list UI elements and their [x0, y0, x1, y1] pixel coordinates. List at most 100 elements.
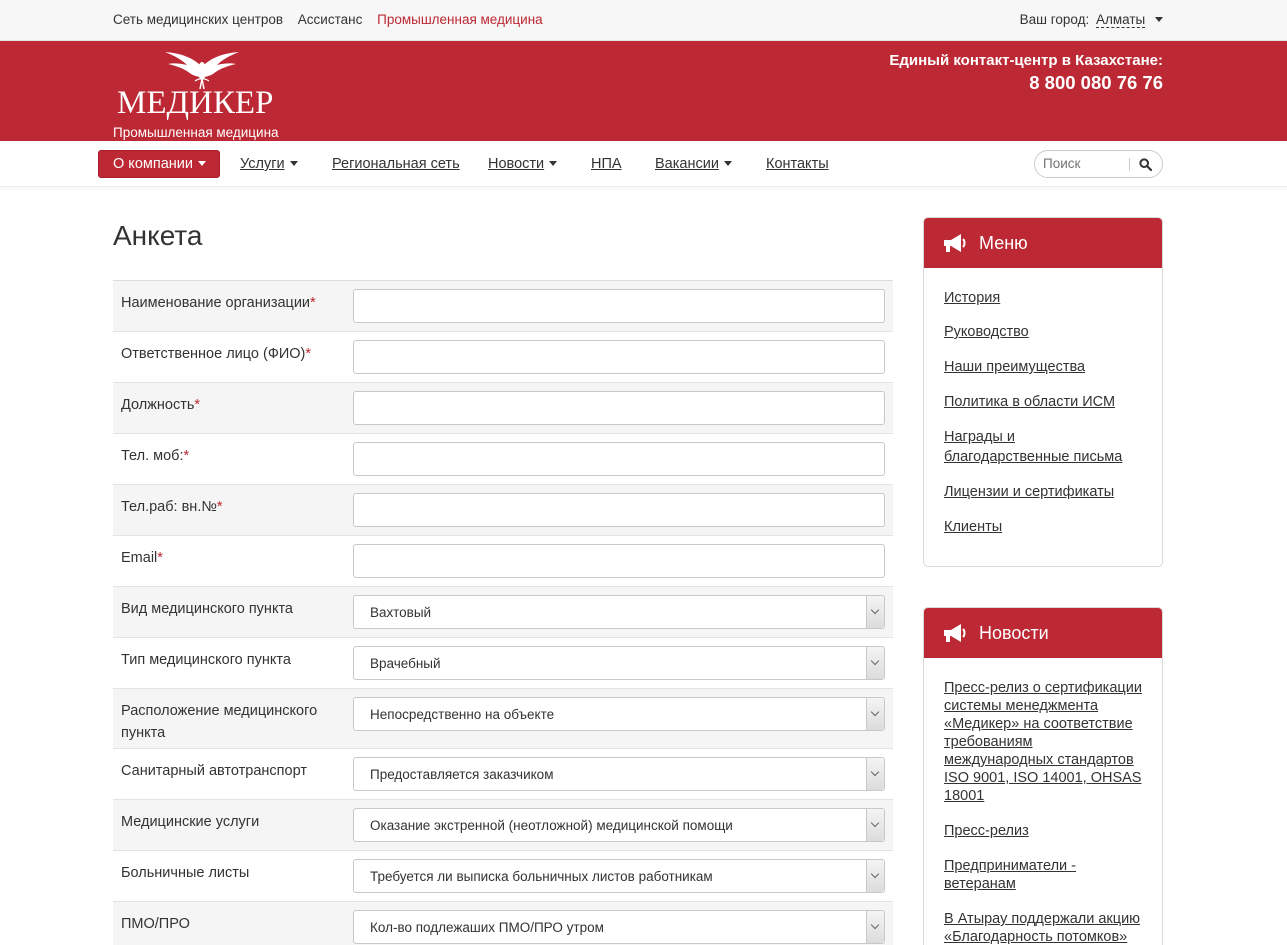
position-input[interactable] — [353, 391, 885, 425]
sidebar-item-history[interactable]: История — [944, 288, 1142, 308]
form-row-point-kind: Вид медицинского пункта Вахтовый — [113, 587, 893, 638]
chevron-down-icon — [289, 161, 298, 166]
nav-item-label: Новости — [488, 156, 545, 172]
point-type-select[interactable]: Врачебный — [353, 646, 885, 680]
nav-item-services[interactable]: Услуги — [240, 156, 298, 172]
city-value[interactable]: Алматы — [1095, 12, 1146, 28]
field-label-text: Ответственное лицо (ФИО) — [121, 346, 306, 362]
nav-item-contacts[interactable]: Контакты — [766, 156, 829, 172]
logo-name: МЕДИКЕР — [117, 85, 274, 121]
responsible-person-input[interactable] — [353, 340, 885, 374]
organization-input[interactable] — [353, 289, 885, 323]
select-value: Предоставляется заказчиком — [370, 767, 554, 782]
sidebar-item-clients[interactable]: Клиенты — [944, 517, 1142, 537]
select-value: Оказание экстренной (неотложной) медицин… — [370, 818, 733, 833]
network-link-assistance[interactable]: Ассистанс — [298, 12, 363, 27]
field-label: Ответственное лицо (ФИО)* — [121, 343, 341, 365]
point-location-select[interactable]: Непосредственно на объекте — [353, 697, 885, 731]
field-label: Больничные листы — [121, 865, 250, 881]
questionnaire-form: Наименование организации* Ответственное … — [113, 280, 893, 945]
site-header: МЕДИКЕР Промышленная медицина Единый кон… — [0, 41, 1287, 141]
sick-leave-select[interactable]: Требуется ли выписка больничных листов р… — [353, 859, 885, 893]
chevron-down-icon[interactable] — [866, 860, 884, 892]
eagle-logo-icon — [165, 52, 239, 89]
chevron-down-icon — [723, 161, 732, 166]
field-label: Тел. моб:* — [121, 445, 341, 467]
chevron-down-icon[interactable] — [866, 809, 884, 841]
contact-label: Единый контакт-центр в Казахстане: — [889, 52, 1163, 69]
network-link-medical-centers[interactable]: Сеть медицинских центров — [113, 12, 283, 27]
sidebar-item-ism-policy[interactable]: Политика в области ИСМ — [944, 392, 1142, 412]
network-links: Сеть медицинских центров Ассистанс Промы… — [113, 12, 554, 27]
search-icon[interactable] — [1139, 158, 1152, 171]
medical-services-select[interactable]: Оказание экстренной (неотложной) медицин… — [353, 808, 885, 842]
chevron-down-icon — [197, 161, 206, 166]
chevron-down-icon[interactable] — [866, 647, 884, 679]
field-label: Тел.раб: вн.№* — [121, 496, 341, 518]
sidebar-menu-list: История Руководство Наши преимущества По… — [924, 268, 1162, 537]
nav-item-about[interactable]: О компании — [98, 150, 220, 178]
sidebar-menu-header: Меню — [924, 218, 1162, 268]
select-value: Требуется ли выписка больничных листов р… — [370, 869, 713, 884]
point-kind-select[interactable]: Вахтовый — [353, 595, 885, 629]
nav-item-label: Услуги — [240, 156, 285, 172]
required-marker: * — [157, 550, 163, 566]
field-label: Расположение медицинского пункта — [121, 703, 318, 741]
field-label: Наименование организации* — [121, 292, 341, 314]
pmo-select[interactable]: Кол-во подлежаших ПМО/ПРО утром — [353, 910, 885, 944]
nav-item-label: О компании — [113, 156, 193, 172]
field-label: Санитарный автотранспорт — [121, 763, 307, 779]
nav-item-vacancies[interactable]: Вакансии — [655, 156, 732, 172]
main-nav: О компании Услуги Региональная сеть Ново… — [0, 141, 1287, 187]
news-item[interactable]: Предприниматели - ветеранам — [944, 857, 1142, 893]
field-label-text: Email — [121, 550, 158, 566]
field-label: ПМО/ПРО — [121, 916, 190, 932]
form-row-position: Должность* — [113, 383, 893, 434]
chevron-down-icon[interactable] — [866, 911, 884, 943]
email-field[interactable] — [353, 544, 885, 578]
news-item[interactable]: Пресс-релиз — [944, 822, 1142, 840]
mobile-phone-input[interactable] — [353, 442, 885, 476]
field-label-text: Тел.раб: вн.№ — [121, 499, 217, 515]
form-row-mobile-phone: Тел. моб:* — [113, 434, 893, 485]
field-label-text: Наименование организации — [121, 295, 311, 311]
search-input[interactable] — [1043, 156, 1131, 171]
required-marker: * — [310, 295, 316, 311]
sidebar-item-licenses[interactable]: Лицензии и сертификаты — [944, 482, 1142, 502]
chevron-down-icon[interactable] — [1155, 17, 1163, 22]
sidebar-item-advantages[interactable]: Наши преимущества — [944, 357, 1142, 377]
nav-item-news[interactable]: Новости — [488, 156, 558, 172]
field-label: Тип медицинского пункта — [121, 652, 291, 668]
chevron-down-icon[interactable] — [866, 596, 884, 628]
form-row-work-phone: Тел.раб: вн.№* — [113, 485, 893, 536]
chevron-down-icon[interactable] — [866, 758, 884, 790]
select-value: Кол-во подлежаших ПМО/ПРО утром — [370, 920, 604, 935]
sidebar-news-panel: Новости Пресс-релиз о сертификации систе… — [923, 607, 1163, 945]
field-label: Медицинские услуги — [121, 814, 260, 830]
contact-phone[interactable]: 8 800 080 76 76 — [889, 72, 1163, 94]
chevron-down-icon[interactable] — [866, 698, 884, 730]
required-marker: * — [183, 448, 190, 464]
top-bar: Сеть медицинских центров Ассистанс Промы… — [0, 0, 1287, 41]
sidebar-menu-panel: Меню История Руководство Наши преимущест… — [923, 217, 1163, 567]
form-row-sanitary-transport: Санитарный автотранспорт Предоставляется… — [113, 749, 893, 800]
sidebar-news-title: Новости — [979, 623, 1049, 643]
nav-item-npa[interactable]: НПА — [591, 156, 622, 172]
nav-item-regional-network[interactable]: Региональная сеть — [332, 156, 460, 172]
news-item[interactable]: Пресс-релиз о сертификации системы менед… — [944, 679, 1142, 805]
logo[interactable]: МЕДИКЕР Промышленная медицина — [113, 49, 298, 140]
logo-subtitle: Промышленная медицина — [113, 125, 279, 140]
city-selector[interactable]: Ваш город: Алматы — [1020, 12, 1163, 28]
news-item[interactable]: В Атырау поддержали акцию «Благодарность… — [944, 910, 1142, 945]
work-phone-input[interactable] — [353, 493, 885, 527]
form-row-medical-services: Медицинские услуги Оказание экстренной (… — [113, 800, 893, 851]
form-row-email: Email* — [113, 536, 893, 587]
network-link-industrial-medicine[interactable]: Промышленная медицина — [377, 12, 543, 27]
sanitary-transport-select[interactable]: Предоставляется заказчиком — [353, 757, 885, 791]
field-label: Вид медицинского пункта — [121, 601, 293, 617]
select-value: Непосредственно на объекте — [370, 707, 555, 722]
form-row-point-type: Тип медицинского пункта Врачебный — [113, 638, 893, 689]
sidebar-item-awards[interactable]: Награды и благодарственные письма — [944, 427, 1142, 467]
sidebar-item-leadership[interactable]: Руководство — [944, 322, 1142, 342]
form-row-pmo: ПМО/ПРО Кол-во подлежаших ПМО/ПРО утром — [113, 902, 893, 945]
